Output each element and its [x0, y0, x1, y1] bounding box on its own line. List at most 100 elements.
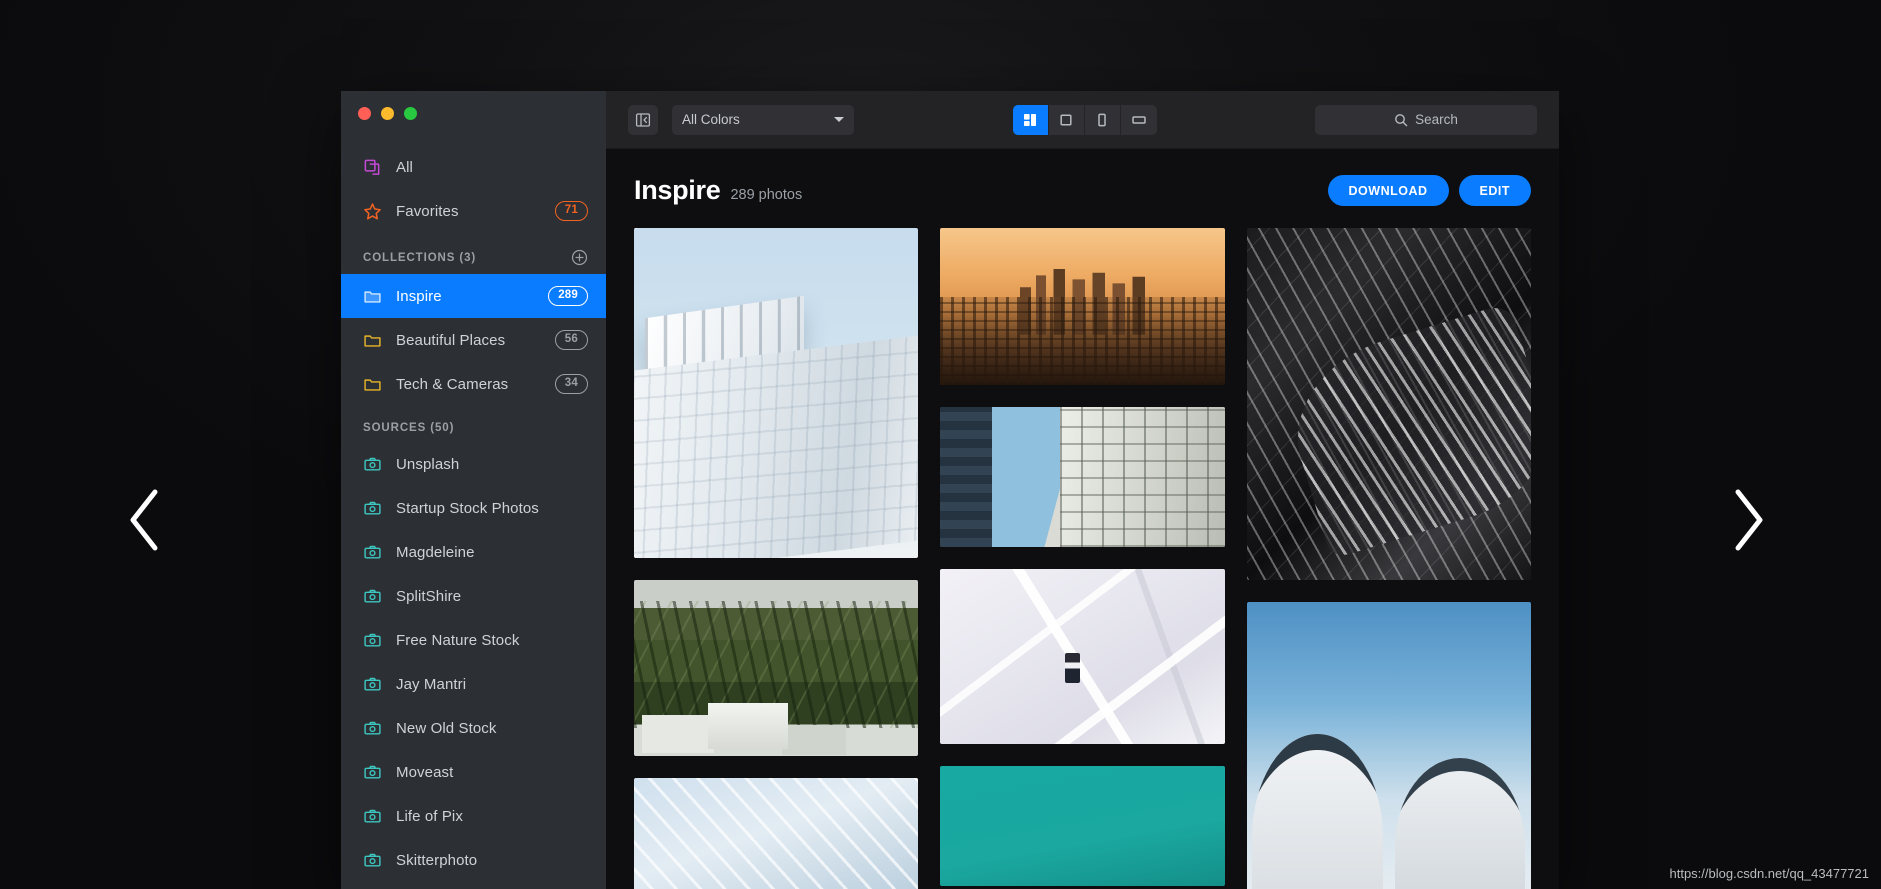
- photo-image: [940, 569, 1225, 744]
- sidebar-item-label: Jay Mantri: [396, 675, 467, 693]
- sidebar-item-magdeleine[interactable]: Magdeleine: [341, 530, 606, 574]
- photo-image: [634, 228, 919, 558]
- sidebar-item-life-of-pix[interactable]: Life of Pix: [341, 794, 606, 838]
- sidebar-item-splitshire[interactable]: SplitShire: [341, 574, 606, 618]
- sidebar-item-label: Startup Stock Photos: [396, 499, 539, 517]
- view-mode-landscape-button[interactable]: [1121, 105, 1157, 135]
- camera-icon: [364, 677, 381, 691]
- sidebar-item-beautiful-places[interactable]: Beautiful Places 56: [341, 318, 606, 362]
- sidebar-item-free-nature-stock[interactable]: Free Nature Stock: [341, 618, 606, 662]
- sidebar-item-label: SplitShire: [396, 587, 462, 605]
- star-icon: [364, 202, 381, 219]
- photo-thumbnail[interactable]: [940, 569, 1225, 744]
- sidebar-item-new-old-stock[interactable]: New Old Stock: [341, 706, 606, 750]
- photo-grid-column: [634, 228, 919, 889]
- photo-image: [940, 407, 1225, 547]
- content-area[interactable]: Inspire 289 photos DOWNLOAD EDIT: [606, 149, 1559, 889]
- sidebar-item-label: Favorites: [396, 202, 459, 220]
- close-window-button[interactable]: [358, 106, 371, 120]
- view-mode-portrait-button[interactable]: [1085, 104, 1121, 135]
- page-header: Inspire 289 photos DOWNLOAD EDIT: [634, 149, 1531, 228]
- collection-count-badge: 289: [548, 286, 588, 306]
- sources-header-label: SOURCES (50): [363, 422, 455, 434]
- folder-icon: [364, 290, 381, 303]
- camera-icon: [364, 589, 381, 603]
- photo-thumbnail[interactable]: [1246, 602, 1531, 889]
- folder-icon: [364, 334, 381, 347]
- page-actions: DOWNLOAD EDIT: [1327, 175, 1531, 206]
- sidebar-item-label: Moveast: [396, 763, 454, 781]
- window-controls: [341, 91, 606, 135]
- color-filter-dropdown[interactable]: All Colors: [672, 104, 854, 135]
- photo-image: [634, 778, 919, 889]
- photo-grid: [634, 228, 1531, 889]
- folder-icon: [364, 378, 381, 391]
- chevron-down-icon: [834, 117, 844, 122]
- edit-button[interactable]: EDIT: [1458, 175, 1531, 206]
- search-icon: [1395, 113, 1408, 126]
- sidebar-item-label: New Old Stock: [396, 719, 497, 737]
- sidebar-item-label: Free Nature Stock: [396, 631, 520, 649]
- sidebar-item-label: Unsplash: [396, 455, 460, 473]
- sidebar-item-startup-stock-photos[interactable]: Startup Stock Photos: [341, 486, 606, 530]
- chevron-left-icon: [130, 489, 158, 551]
- sidebar-item-favorites[interactable]: Favorites 71: [341, 189, 606, 233]
- grid-view-icon: [1024, 113, 1036, 126]
- photo-thumbnail[interactable]: [634, 778, 919, 889]
- photo-thumbnail[interactable]: [940, 228, 1225, 385]
- search-placeholder: Search: [1415, 112, 1458, 127]
- panel-collapse-icon: [635, 112, 651, 127]
- zoom-window-button[interactable]: [404, 106, 417, 120]
- camera-icon: [364, 809, 381, 823]
- sources-header: SOURCES (50): [341, 406, 606, 442]
- photo-thumbnail[interactable]: [634, 228, 919, 558]
- next-arrow-button[interactable]: [1725, 484, 1771, 556]
- minimize-window-button[interactable]: [381, 106, 394, 120]
- camera-icon: [364, 853, 381, 867]
- view-mode-grid-button[interactable]: [1012, 104, 1049, 135]
- photo-thumbnail[interactable]: [634, 580, 919, 756]
- search-input[interactable]: Search: [1315, 104, 1537, 135]
- collection-count-badge: 56: [554, 330, 588, 350]
- portrait-view-icon: [1098, 113, 1106, 126]
- color-filter-value: All Colors: [682, 112, 740, 127]
- collections-header: COLLECTIONS (3): [341, 233, 606, 274]
- prev-arrow-button[interactable]: [122, 484, 168, 556]
- sidebar-item-skitterphoto[interactable]: Skitterphoto: [341, 838, 606, 882]
- square-view-icon: [1060, 113, 1072, 126]
- sidebar-item-moveast[interactable]: Moveast: [341, 750, 606, 794]
- download-button[interactable]: DOWNLOAD: [1327, 175, 1449, 206]
- page-title: Inspire: [634, 175, 721, 205]
- toolbar: All Colors Search: [606, 91, 1559, 149]
- sidebar-item-inspire[interactable]: Inspire 289: [341, 274, 606, 318]
- sidebar-item-label: Magdeleine: [396, 543, 475, 561]
- photo-image: [940, 766, 1225, 886]
- camera-icon: [364, 545, 381, 559]
- camera-icon: [364, 457, 381, 471]
- sidebar-item-label: Beautiful Places: [396, 331, 506, 349]
- sidebar-item-label: Inspire: [396, 287, 442, 305]
- camera-icon: [364, 501, 381, 515]
- view-mode-square-button[interactable]: [1049, 104, 1085, 135]
- sidebar-item-all[interactable]: All: [341, 145, 606, 189]
- sidebar-scroll-area[interactable]: All Favorites 71 COLLECTIONS (3) Inspire…: [341, 135, 606, 889]
- photo-grid-column: [1246, 228, 1531, 889]
- sidebar-item-label: Skitterphoto: [396, 851, 478, 869]
- sidebar-item-label: All: [396, 158, 413, 176]
- collection-count-badge: 34: [554, 374, 588, 394]
- sidebar-item-tech-and-cameras[interactable]: Tech & Cameras 34: [341, 362, 606, 406]
- plus-circle-icon[interactable]: [571, 249, 588, 266]
- page-subtitle: 289 photos: [730, 187, 803, 203]
- camera-icon: [364, 721, 381, 735]
- chevron-right-icon: [1735, 489, 1763, 551]
- watermark-text: https://blog.csdn.net/qq_43477721: [1669, 866, 1870, 881]
- sidebar-item-jay-mantri[interactable]: Jay Mantri: [341, 662, 606, 706]
- photo-thumbnail[interactable]: [1246, 228, 1531, 580]
- photo-thumbnail[interactable]: [940, 407, 1225, 547]
- photo-thumbnail[interactable]: [940, 766, 1225, 886]
- landscape-view-icon: [1131, 115, 1146, 124]
- sidebar-item-unsplash[interactable]: Unsplash: [341, 442, 606, 486]
- sidebar-toggle-button[interactable]: [628, 104, 658, 135]
- app-window: All Favorites 71 COLLECTIONS (3) Inspire…: [341, 91, 1559, 889]
- photo-image: [1246, 602, 1531, 889]
